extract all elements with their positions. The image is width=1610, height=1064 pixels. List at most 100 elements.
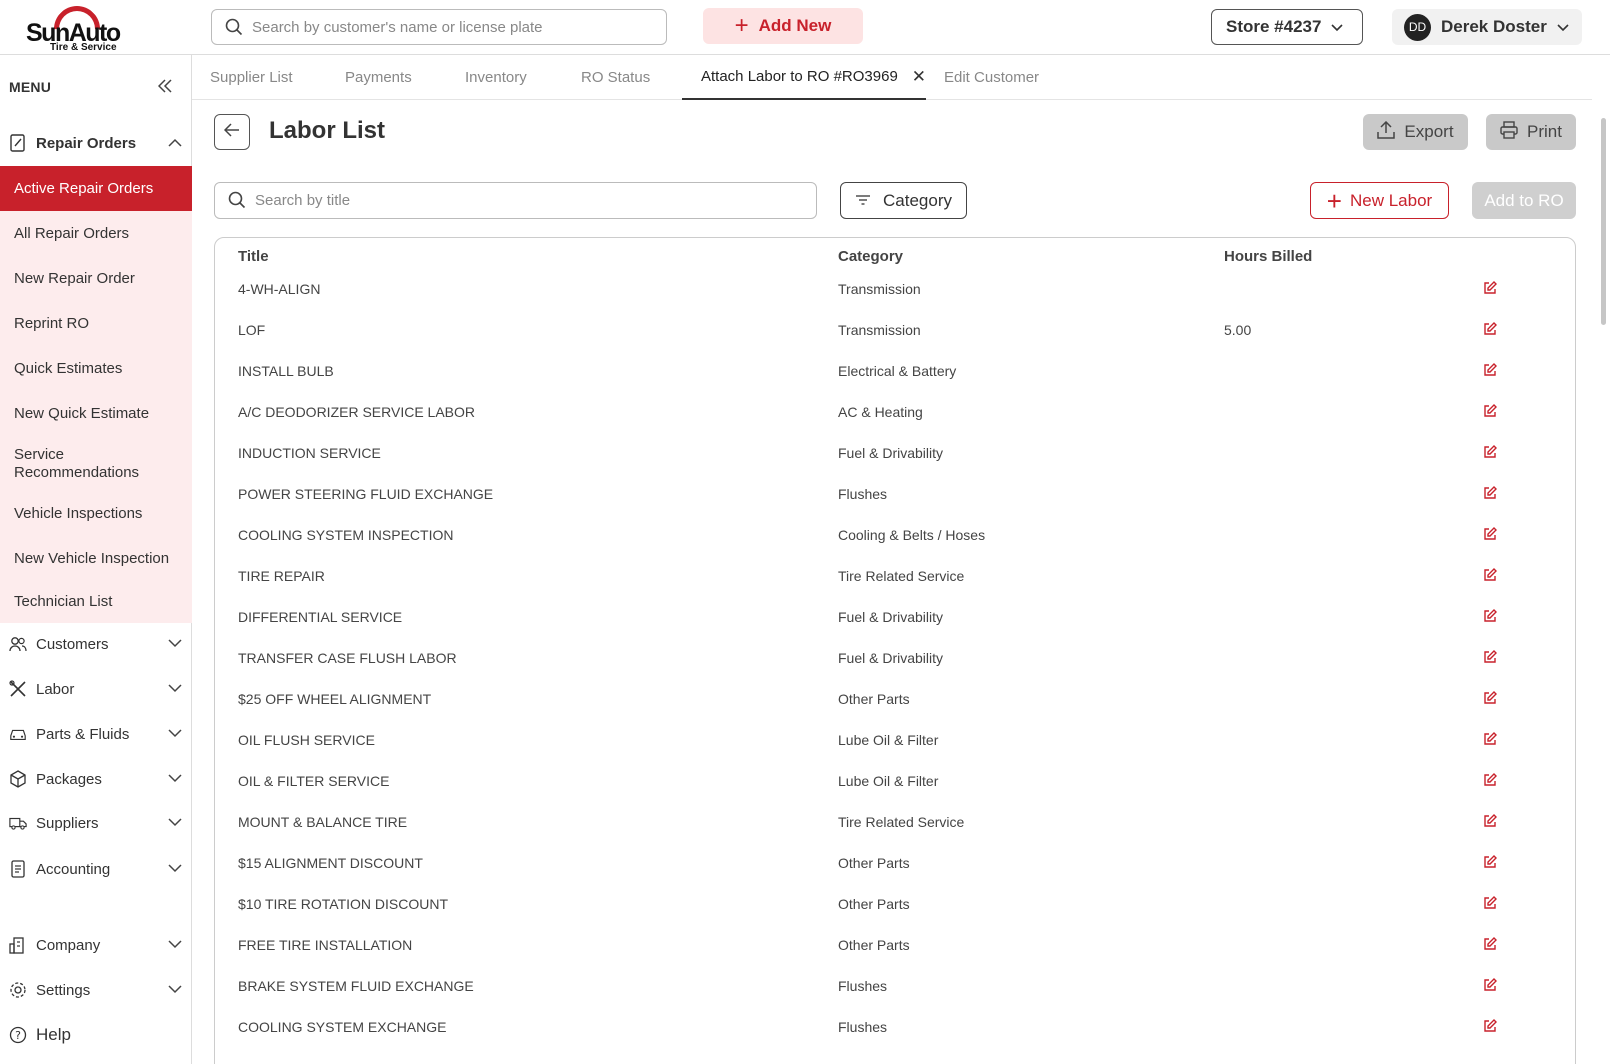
sidebar-item-quick-estimates[interactable]: Quick Estimates: [0, 346, 192, 391]
sidebar-help[interactable]: ? Help: [0, 1013, 192, 1057]
sidebar-group-settings[interactable]: Settings: [0, 968, 192, 1012]
labor-title: INSTALL BULB: [238, 363, 334, 379]
table-row[interactable]: OIL FLUSH SERVICE Lube Oil & Filter: [215, 721, 1575, 762]
store-selector[interactable]: Store #4237: [1211, 9, 1363, 45]
chevron-down-icon: [168, 981, 182, 998]
sidebar-item-new-repair-order[interactable]: New Repair Order: [0, 256, 192, 301]
tab-supplier-list[interactable]: Supplier List: [210, 55, 293, 100]
edit-icon[interactable]: [1483, 404, 1497, 423]
table-row[interactable]: DIFFERENTIAL SERVICE Fuel & Drivability: [215, 598, 1575, 639]
back-button[interactable]: [214, 114, 250, 150]
edit-icon[interactable]: [1483, 568, 1497, 587]
column-header-category[interactable]: Category: [838, 248, 903, 265]
tab-payments[interactable]: Payments: [345, 55, 412, 100]
table-row[interactable]: OIL & FILTER SERVICE Lube Oil & Filter: [215, 762, 1575, 803]
edit-icon[interactable]: [1483, 650, 1497, 669]
edit-icon[interactable]: [1483, 445, 1497, 464]
customer-search-input[interactable]: [252, 10, 652, 44]
sidebar-group-label: Accounting: [36, 860, 111, 878]
add-to-ro-button[interactable]: Add to RO: [1472, 182, 1576, 219]
labor-category: Lube Oil & Filter: [838, 732, 939, 748]
sidebar-group-suppliers[interactable]: Suppliers: [0, 801, 192, 845]
table-row[interactable]: TRANSFER CASE FLUSH LABOR Fuel & Drivabil…: [215, 639, 1575, 680]
table-row[interactable]: FREE TIRE INSTALLATION Other Parts: [215, 926, 1575, 967]
table-row[interactable]: TIRE REPAIR Tire Related Service: [215, 557, 1575, 598]
labor-title: MOUNT & BALANCE TIRE: [238, 814, 408, 830]
users-icon: [9, 635, 27, 653]
edit-icon[interactable]: [1483, 732, 1497, 751]
sidebar-group-customers[interactable]: Customers: [0, 622, 192, 666]
labor-title: TIRE REPAIR: [238, 568, 325, 584]
sidebar-item-technician-list[interactable]: Technician List: [0, 581, 192, 623]
labor-category: Tire Related Service: [838, 568, 965, 584]
edit-icon[interactable]: [1483, 855, 1497, 874]
labor-title: INDUCTION SERVICE: [238, 445, 381, 461]
table-row[interactable]: COOLING SYSTEM EXCHANGE Flushes: [215, 1008, 1575, 1049]
new-labor-button[interactable]: + New Labor: [1310, 182, 1449, 219]
column-header-hours-billed[interactable]: Hours Billed: [1224, 248, 1312, 265]
table-row[interactable]: COOLING SYSTEM INSPECTION Cooling & Belts…: [215, 516, 1575, 557]
customer-search[interactable]: [211, 9, 667, 45]
edit-icon[interactable]: [1483, 527, 1497, 546]
new-labor-label: New Labor: [1349, 190, 1433, 210]
table-row[interactable]: $25 OFF WHEEL ALIGNMENT Other Parts: [215, 680, 1575, 721]
sidebar-item-new-quick-estimate[interactable]: New Quick Estimate: [0, 391, 192, 436]
export-button[interactable]: Export: [1363, 114, 1468, 150]
sidebar-item-service-recommendations[interactable]: Service Recommendations: [0, 436, 150, 492]
close-tab-icon[interactable]: ✕: [912, 67, 926, 87]
tab-attach-labor[interactable]: Attach Labor to RO #RO3969 ✕: [682, 55, 926, 100]
print-button[interactable]: Print: [1486, 114, 1576, 150]
sidebar-group-company[interactable]: Company: [0, 923, 192, 967]
table-row[interactable]: POWER STEERING FLUID EXCHANGE Flushes: [215, 475, 1575, 516]
plus-icon: +: [1326, 185, 1342, 216]
category-filter-button[interactable]: Category: [840, 182, 967, 219]
scrollbar-thumb[interactable]: [1601, 118, 1606, 325]
table-row[interactable]: $10 TIRE ROTATION DISCOUNT Other Parts: [215, 885, 1575, 926]
edit-icon[interactable]: [1483, 1019, 1497, 1038]
edit-icon[interactable]: [1483, 486, 1497, 505]
table-row[interactable]: MOUNT & BALANCE TIRE Tire Related Service: [215, 803, 1575, 844]
sidebar-group-packages[interactable]: Packages: [0, 757, 192, 801]
edit-icon[interactable]: [1483, 281, 1497, 300]
sidebar-group-repair-orders[interactable]: Repair Orders: [0, 121, 192, 165]
edit-icon[interactable]: [1483, 937, 1497, 956]
user-menu[interactable]: DD Derek Doster: [1392, 9, 1582, 45]
edit-icon[interactable]: [1483, 978, 1497, 997]
edit-icon[interactable]: [1483, 691, 1497, 710]
add-new-button[interactable]: + Add New: [703, 8, 863, 44]
logo-tagline: Tire & Service: [50, 42, 117, 53]
sidebar-item-vehicle-inspections[interactable]: Vehicle Inspections: [0, 492, 192, 536]
table-row[interactable]: LOF Transmission 5.00: [215, 311, 1575, 352]
tab-ro-status[interactable]: RO Status: [581, 55, 650, 100]
table-row[interactable]: INSTALL BULB Electrical & Battery: [215, 352, 1575, 393]
table-row[interactable]: 4-WH-ALIGN Transmission: [215, 270, 1575, 311]
sidebar-item-new-vehicle-inspection[interactable]: New Vehicle Inspection: [0, 536, 192, 581]
sidebar-item-active-repair-orders[interactable]: Active Repair Orders: [0, 166, 192, 211]
sidebar-group-labor[interactable]: Labor: [0, 667, 192, 711]
table-row[interactable]: BRAKE SYSTEM FLUID EXCHANGE Flushes: [215, 967, 1575, 1008]
column-header-title[interactable]: Title: [238, 248, 269, 265]
sidebar-item-all-repair-orders[interactable]: All Repair Orders: [0, 211, 192, 256]
sidebar-group-accounting[interactable]: Accounting: [0, 847, 192, 891]
labor-search[interactable]: [214, 182, 817, 219]
sidebar-group-parts-fluids[interactable]: Parts & Fluids: [0, 712, 192, 756]
labor-category: Flushes: [838, 1019, 888, 1035]
tab-label: Attach Labor to RO #RO3969: [701, 68, 898, 85]
table-row[interactable]: A/C DEODORIZER SERVICE LABOR AC & Heating: [215, 393, 1575, 434]
sunauto-logo[interactable]: SunAuto Tire & Service: [26, 0, 126, 62]
edit-icon[interactable]: [1483, 814, 1497, 833]
edit-icon[interactable]: [1483, 363, 1497, 382]
edit-icon[interactable]: [1483, 773, 1497, 792]
tab-edit-customer[interactable]: Edit Customer: [944, 55, 1039, 100]
page-scrollbar[interactable]: [1596, 100, 1610, 1064]
edit-icon[interactable]: [1483, 322, 1497, 341]
table-row[interactable]: INDUCTION SERVICE Fuel & Drivability: [215, 434, 1575, 475]
edit-icon[interactable]: [1483, 609, 1497, 628]
table-row[interactable]: $15 ALIGNMENT DISCOUNT Other Parts: [215, 844, 1575, 885]
sidebar-item-reprint-ro[interactable]: Reprint RO: [0, 301, 192, 346]
edit-icon[interactable]: [1483, 896, 1497, 915]
collapse-sidebar-icon[interactable]: [157, 76, 172, 99]
chevron-down-icon: [168, 860, 182, 877]
tab-inventory[interactable]: Inventory: [465, 55, 527, 100]
labor-search-input[interactable]: [255, 183, 795, 218]
